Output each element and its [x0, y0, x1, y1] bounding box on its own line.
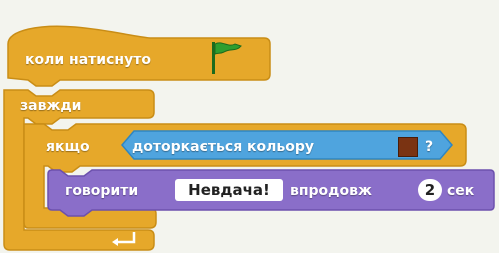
green-flag-icon	[212, 42, 242, 74]
touching-color-label: доторкається кольору	[132, 139, 315, 155]
script-canvas	[3, 25, 495, 251]
if-label: якщо	[46, 139, 90, 155]
color-swatch[interactable]	[398, 137, 418, 157]
say-message-input[interactable]: Невдача!	[175, 179, 283, 201]
when-flag-clicked-label: коли натиснуто	[25, 52, 151, 68]
for-label: впродовж	[290, 183, 372, 199]
question-mark-label: ?	[425, 139, 434, 155]
seconds-input[interactable]: 2	[418, 179, 442, 201]
forever-label: завжди	[20, 98, 82, 114]
say-label: говорити	[65, 183, 139, 199]
secs-label: сек	[447, 183, 475, 199]
